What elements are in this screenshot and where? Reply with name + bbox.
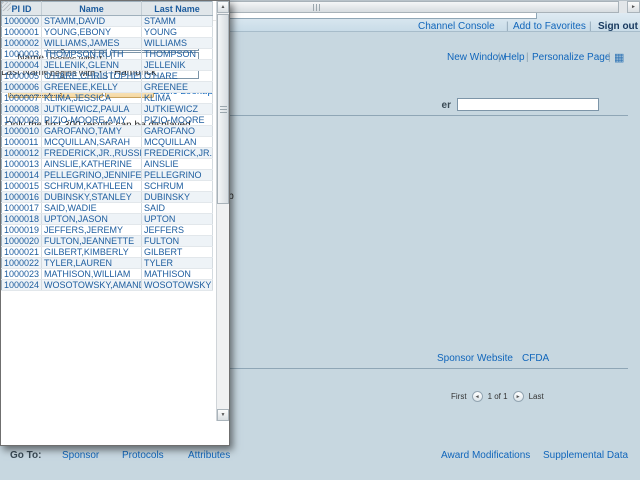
goto-attributes-link[interactable]: Attributes bbox=[188, 450, 230, 461]
result-row[interactable]: 1000011MCQUILLAN,SARAHMCQUILLAN bbox=[2, 137, 213, 148]
results-table: PI ID Name Last Name 1000000STAMM,DAVIDS… bbox=[1, 1, 213, 291]
result-row[interactable]: 1000004JELLENIK,GLENNJELLENIK bbox=[2, 60, 213, 71]
associated-project-pagination: First ◄ 1 of 1 ► Last bbox=[451, 391, 544, 402]
result-row[interactable]: 1000015SCHRUM,KATHLEENSCHRUM bbox=[2, 181, 213, 192]
multichannel-console-icon[interactable]: ▦ bbox=[614, 51, 624, 64]
result-row[interactable]: 1000013AINSLIE,KATHERINEAINSLIE bbox=[2, 159, 213, 170]
result-row[interactable]: 1000006GREENEE,KELLYGREENEE bbox=[2, 82, 213, 93]
result-row[interactable]: 1000014PELLEGRINO,JENNIFERPELLEGRINO bbox=[2, 170, 213, 181]
scroll-up-icon[interactable]: ▲ bbox=[217, 1, 229, 13]
result-row[interactable]: 1000024WOSOTOWSKY,AMANDAWOSOTOWSKY bbox=[2, 280, 213, 291]
result-row[interactable]: 1000022TYLER,LAURENTYLER bbox=[2, 258, 213, 269]
scroll-down-icon[interactable]: ▼ bbox=[217, 409, 229, 421]
right-field-label-fragment: er bbox=[426, 100, 456, 111]
pagination-counter: 1 of 1 bbox=[488, 392, 508, 401]
result-row[interactable]: 1000012FREDERICK,JR.,RUSSELLFREDERICK,JR… bbox=[2, 148, 213, 159]
pagination-prev-icon[interactable]: ◄ bbox=[472, 391, 483, 402]
goto-award-modifications-link[interactable]: Award Modifications bbox=[441, 450, 530, 461]
result-row[interactable]: 1000017SAID,WADIESAID bbox=[2, 203, 213, 214]
result-row[interactable]: 1000005O'HARE,CHRISTOPHERO'HARE bbox=[2, 71, 213, 82]
lookup-dialog: Look Up Post Award Administrator × Help … bbox=[0, 0, 230, 446]
thumb-grip bbox=[313, 4, 320, 11]
result-row[interactable]: 1000000STAMM,DAVIDSTAMM bbox=[2, 16, 213, 27]
result-row[interactable]: 1000019JEFFERS,JEREMYJEFFERS bbox=[2, 225, 213, 236]
result-row[interactable]: 1000020FULTON,JEANNETTEFULTON bbox=[2, 236, 213, 247]
result-row[interactable]: 1000009PIZIO-MOORE,AMYPIZIO-MOORE bbox=[2, 115, 213, 126]
header-divider: | bbox=[506, 21, 509, 32]
right-field-input[interactable] bbox=[457, 98, 599, 111]
pagination-next-icon[interactable]: ► bbox=[513, 391, 524, 402]
result-row[interactable]: 1000023MATHISON,WILLIAMMATHISON bbox=[2, 269, 213, 280]
thumb-grip bbox=[220, 106, 227, 113]
dialog-resize-grip[interactable] bbox=[1, 1, 11, 11]
scroll-right-icon[interactable]: ► bbox=[627, 1, 640, 13]
result-row[interactable]: 1000001YOUNG,EBONYYOUNG bbox=[2, 27, 213, 38]
cfda-link[interactable]: CFDA bbox=[522, 353, 549, 364]
results-header-row: PI ID Name Last Name bbox=[2, 2, 213, 16]
goto-protocols-link[interactable]: Protocols bbox=[122, 450, 164, 461]
result-row[interactable]: 1000002WILLIAMS,JAMESWILLIAMS bbox=[2, 38, 213, 49]
toolbar-divider: | bbox=[526, 52, 529, 63]
add-to-favorites-link[interactable]: Add to Favorites bbox=[513, 21, 586, 32]
sponsor-website-link[interactable]: Sponsor Website bbox=[437, 353, 513, 364]
result-row[interactable]: 1000016DUBINSKY,STANLEYDUBINSKY bbox=[2, 192, 213, 203]
help-link[interactable]: Help bbox=[504, 52, 525, 63]
new-window-link[interactable]: New Window bbox=[447, 52, 505, 63]
application-window: Favorites ▼ Main Menu ▼ › Customer Contr… bbox=[0, 0, 640, 480]
vertical-scroll-thumb[interactable] bbox=[217, 14, 229, 204]
header-divider: | bbox=[589, 21, 592, 32]
result-row[interactable]: 1000008JUTKIEWICZ,PAULAJUTKIEWICZ bbox=[2, 104, 213, 115]
pagination-last[interactable]: Last bbox=[529, 392, 544, 401]
result-row[interactable]: 1000010GAROFANO,TAMYGAROFANO bbox=[2, 126, 213, 137]
column-last-name: Last Name bbox=[142, 2, 213, 16]
go-to-label: Go To: bbox=[10, 450, 41, 461]
column-name: Name bbox=[42, 2, 142, 16]
goto-supplemental-data-link[interactable]: Supplemental Data bbox=[543, 450, 628, 461]
result-row[interactable]: 1000021GILBERT,KIMBERLYGILBERT bbox=[2, 247, 213, 258]
dialog-vertical-scrollbar[interactable]: ▲ ▼ bbox=[216, 1, 229, 421]
result-row[interactable]: 1000003THOMPSON,RUTHTHOMPSON bbox=[2, 49, 213, 60]
sign-out-link[interactable]: Sign out bbox=[598, 21, 638, 32]
channel-console-link[interactable]: Channel Console bbox=[418, 21, 495, 32]
pagination-first[interactable]: First bbox=[451, 392, 467, 401]
result-row[interactable]: 1000007KLIMA,JESSICAKLIMA bbox=[2, 93, 213, 104]
result-row[interactable]: 1000018UPTON,JASONUPTON bbox=[2, 214, 213, 225]
toolbar-divider: | bbox=[608, 52, 611, 63]
goto-sponsor-link[interactable]: Sponsor bbox=[62, 450, 99, 461]
personalize-page-link[interactable]: Personalize Page bbox=[532, 52, 610, 63]
toolbar-divider: | bbox=[498, 52, 501, 63]
